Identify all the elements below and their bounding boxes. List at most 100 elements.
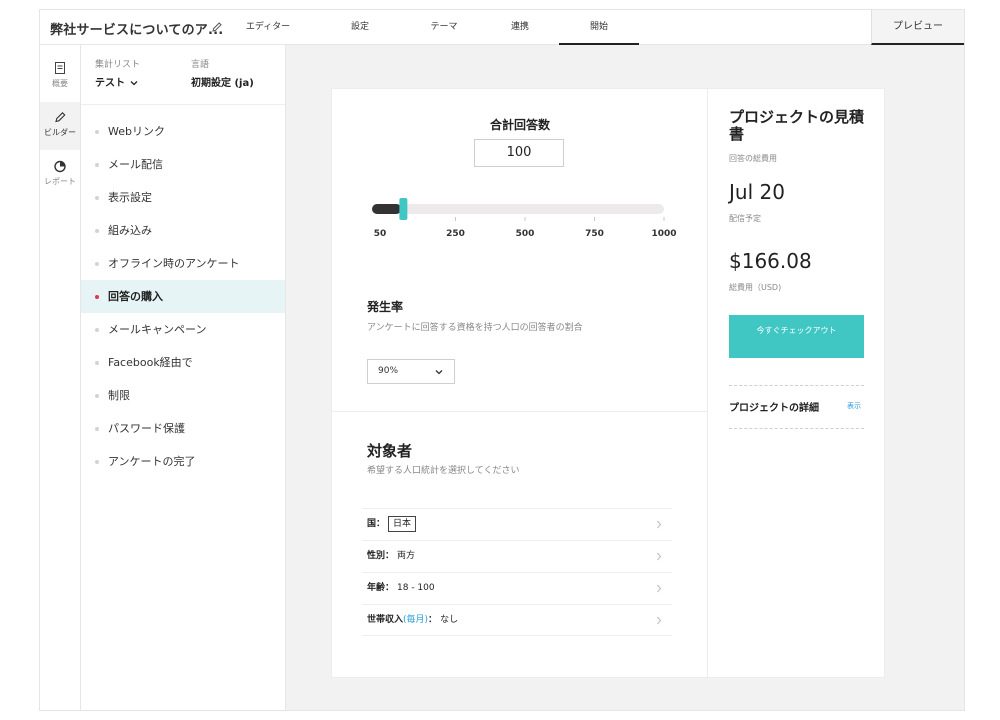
bullet-dot [95, 328, 99, 332]
rail-item-overview[interactable]: 概要 [40, 53, 80, 101]
rail-label-overview: 概要 [52, 79, 68, 88]
bullet-dot [95, 229, 99, 233]
tick-label: 500 [515, 229, 535, 239]
order-config-pane: 合計回答数 100 50 250 500 750 1000 発生率 アンケートに… [332, 89, 708, 677]
buy-responses-card: 合計回答数 100 50 250 500 750 1000 発生率 アンケートに… [331, 88, 885, 678]
checkout-button[interactable]: 今すぐチェックアウト [729, 315, 864, 358]
bullet-dot [95, 361, 99, 365]
total-responses-input[interactable]: 100 [474, 139, 564, 167]
project-details-show-link[interactable]: 表示 [847, 401, 861, 411]
collector-list-value: テスト [95, 74, 140, 89]
audience-title: 対象者 [367, 442, 413, 460]
slider-ticks [455, 217, 665, 221]
delivery-date-caption: 配信予定 [729, 214, 761, 223]
menu-item-buy-responses[interactable]: 回答の購入 [81, 280, 285, 313]
collector-list-selector[interactable]: 集計リスト テスト [95, 57, 140, 89]
audience-row-age[interactable]: 年齢： 18 - 100 [362, 572, 672, 604]
tab-launch[interactable]: 開始 [559, 10, 639, 45]
chevron-right-icon [657, 552, 662, 561]
app-window: 弊社サービスについてのア... エディター 設定 テーマ 連携 開始 プレビュー… [39, 9, 965, 711]
audience-row-country[interactable]: 国： 日本 [362, 508, 672, 540]
tick-label: 1000 [651, 229, 677, 239]
project-details: プロジェクトの詳細 表示 [729, 385, 864, 429]
audience-row-income[interactable]: 世帯収入(毎月)： なし [362, 604, 672, 636]
distribution-menu: Webリンク メール配信 表示設定 組み込み オフライン時のアンケート 回答の購… [81, 115, 285, 478]
icon-rail: 概要 ビルダー レポート [40, 45, 81, 710]
bullet-dot [95, 196, 99, 200]
incidence-select[interactable]: 90% [367, 359, 455, 384]
top-bar: 弊社サービスについてのア... エディター 設定 テーマ 連携 開始 プレビュー [40, 10, 964, 45]
audience-row-gender[interactable]: 性別： 両方 [362, 540, 672, 572]
responses-slider[interactable]: 50 250 500 750 1000 [372, 195, 677, 241]
country-key: 国： [367, 519, 386, 529]
total-price-caption: 総費用（USD) [729, 283, 782, 292]
total-responses-label: 合計回答数 [489, 118, 550, 132]
country-value: 日本 [388, 516, 417, 532]
income-value: なし [440, 615, 459, 625]
menu-item-restrictions[interactable]: 制限 [81, 379, 285, 412]
bullet-dot [95, 394, 99, 398]
menu-item-completion[interactable]: アンケートの完了 [81, 445, 285, 478]
income-period: (毎月) [403, 615, 429, 625]
menu-item-email-campaign[interactable]: メールキャンペーン [81, 313, 285, 346]
bullet-dot [95, 163, 99, 167]
panel-header: 集計リスト テスト 言語 初期設定 (ja) [81, 45, 285, 105]
slider-track-svg [372, 198, 665, 221]
estimate-pane: プロジェクトの見積書 回答の総費用 Jul 20 配信予定 $166.08 総費… [708, 89, 884, 677]
section-divider [332, 411, 708, 412]
distribution-panel: 集計リスト テスト 言語 初期設定 (ja) Webリンク メール配信 表示設定… [81, 45, 286, 710]
delivery-date: Jul 20 [729, 180, 785, 204]
language-selector[interactable]: 言語 初期設定 (ja) [191, 57, 254, 89]
menu-item-offline[interactable]: オフライン時のアンケート [81, 247, 285, 280]
rail-item-reports[interactable]: レポート [40, 151, 80, 199]
survey-title[interactable]: 弊社サービスについてのア... [50, 19, 223, 38]
tick-label: 50 [373, 229, 387, 239]
bullet-dot [95, 460, 99, 464]
incidence-value: 90% [378, 366, 399, 376]
tab-theme[interactable]: テーマ [404, 10, 484, 45]
rail-label-builder: ビルダー [44, 128, 76, 137]
age-value: 18 - 100 [397, 583, 435, 593]
document-icon [55, 62, 65, 74]
income-key: 世帯収入 [367, 615, 404, 625]
bullet-dot [95, 295, 99, 299]
pencil-icon [55, 112, 66, 123]
chevron-down-icon [131, 81, 138, 86]
total-price: $166.08 [729, 249, 812, 273]
preview-button[interactable]: プレビュー [871, 10, 964, 45]
menu-item-display[interactable]: 表示設定 [81, 181, 285, 214]
chevron-down-icon [435, 370, 443, 375]
menu-item-email[interactable]: メール配信 [81, 148, 285, 181]
bullet-dot [95, 130, 99, 134]
bullet-dot [95, 427, 99, 431]
chevron-right-icon [657, 616, 662, 625]
audience-list: 国： 日本 性別： 両方 年齢： 18 - 100 世帯収入(毎月)： なし [362, 508, 672, 636]
tick-label: 750 [585, 229, 604, 239]
menu-item-embed[interactable]: 組み込み [81, 214, 285, 247]
tab-integrations[interactable]: 連携 [482, 10, 558, 45]
language-value: 初期設定 (ja) [191, 78, 254, 89]
audience-description: 希望する人口統計を選択してください [367, 466, 520, 476]
incidence-description: アンケートに回答する資格を持つ人口の回答者の割合 [367, 323, 583, 333]
income-key-suffix: ： [428, 615, 438, 625]
menu-item-facebook[interactable]: Facebook経由で [81, 346, 285, 379]
tick-label: 250 [446, 229, 465, 239]
collector-list-caption: 集計リスト [95, 60, 141, 70]
chevron-right-icon [657, 584, 662, 593]
menu-item-password[interactable]: パスワード保護 [81, 412, 285, 445]
rail-label-reports: レポート [44, 177, 76, 186]
edit-pencil-icon[interactable] [210, 20, 224, 34]
estimate-subtitle: 回答の総費用 [729, 154, 777, 163]
tab-editor[interactable]: エディター [238, 10, 298, 45]
menu-item-web-link[interactable]: Webリンク [81, 115, 285, 148]
rail-item-builder[interactable]: ビルダー [40, 102, 80, 150]
slider-fill [372, 204, 402, 214]
gender-key: 性別： [367, 551, 395, 561]
tab-settings[interactable]: 設定 [316, 10, 404, 45]
project-details-label: プロジェクトの詳細 [729, 403, 819, 414]
slider-thumb[interactable] [399, 198, 408, 220]
age-key: 年齢： [367, 583, 395, 593]
chevron-right-icon [657, 520, 662, 529]
gender-value: 両方 [397, 551, 416, 561]
pie-chart-icon [54, 160, 66, 173]
